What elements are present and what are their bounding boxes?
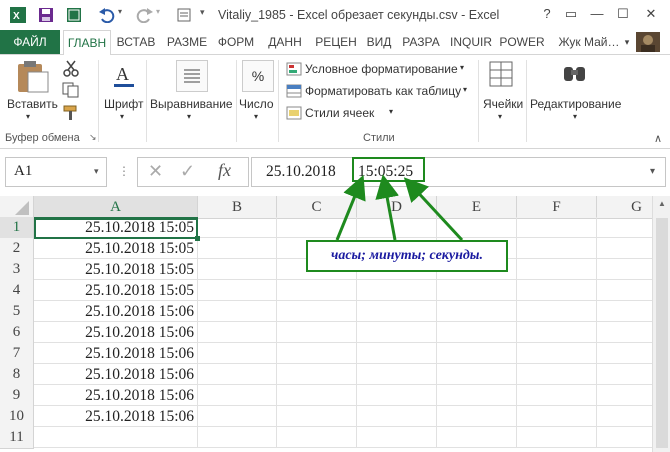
annotation-arrows [335, 174, 464, 242]
arrow-seconds [403, 177, 464, 242]
arrow-hours [335, 174, 366, 241]
arrow-minutes [375, 174, 399, 241]
annotation-callout: часы; минуты; секунды. [306, 240, 508, 272]
